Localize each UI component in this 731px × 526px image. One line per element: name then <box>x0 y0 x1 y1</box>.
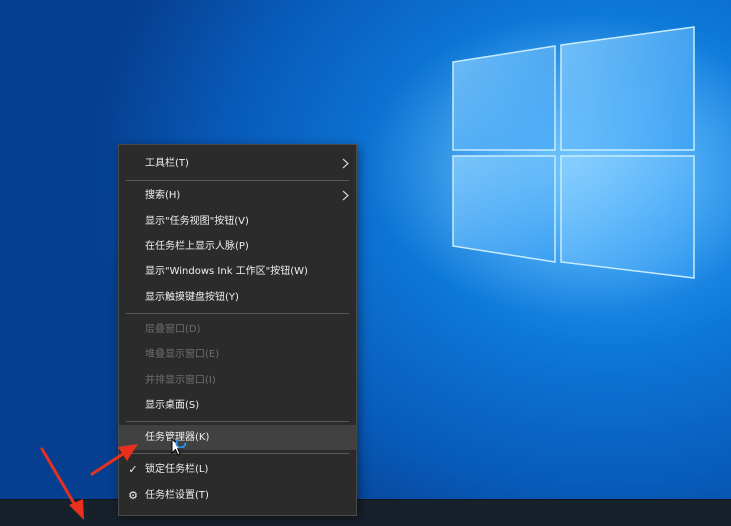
menu-item-cascade-windows: 层叠窗口(D) <box>119 317 356 342</box>
menu-item-label: 工具栏(T) <box>145 158 189 169</box>
menu-item-label: 任务栏设置(T) <box>145 490 209 501</box>
check-icon: ✓ <box>128 463 138 476</box>
menu-item-taskbar-settings[interactable]: ⚙ 任务栏设置(T) <box>119 483 356 508</box>
menu-item-show-task-view[interactable]: 显示"任务视图"按钮(V) <box>119 209 356 234</box>
menu-item-label: 显示桌面(S) <box>145 400 200 411</box>
desktop-background <box>0 0 731 525</box>
menu-item-side-by-side: 并排显示窗口(I) <box>119 368 356 393</box>
menu-item-label: 并排显示窗口(I) <box>145 375 216 386</box>
chevron-right-icon <box>342 158 349 169</box>
menu-item-toolbars[interactable]: 工具栏(T) <box>119 151 356 176</box>
menu-item-search[interactable]: 搜索(H) <box>119 183 356 208</box>
menu-item-label: 显示触摸键盘按钮(Y) <box>145 292 239 303</box>
menu-item-show-people[interactable]: 在任务栏上显示人脉(P) <box>119 234 356 259</box>
menu-item-label: 堆叠显示窗口(E) <box>145 349 220 360</box>
menu-item-show-desktop[interactable]: 显示桌面(S) <box>119 393 356 418</box>
menu-item-lock-taskbar[interactable]: ✓ 锁定任务栏(L) <box>119 457 356 482</box>
menu-separator <box>126 453 349 454</box>
menu-separator <box>126 180 349 181</box>
menu-item-label: 显示"Windows Ink 工作区"按钮(W) <box>145 266 308 277</box>
taskbar-context-menu: 工具栏(T) 搜索(H) 显示"任务视图"按钮(V) 在任务栏上显示人脉(P) … <box>118 144 357 516</box>
menu-separator <box>126 313 349 314</box>
menu-item-label: 显示"任务视图"按钮(V) <box>145 216 249 227</box>
menu-separator <box>126 421 349 422</box>
windows-logo <box>365 15 731 315</box>
menu-item-stack-windows: 堆叠显示窗口(E) <box>119 342 356 367</box>
mouse-cursor-icon <box>171 438 187 456</box>
gear-icon: ⚙ <box>128 489 138 502</box>
chevron-right-icon <box>342 190 349 201</box>
menu-item-show-touch-keyboard[interactable]: 显示触摸键盘按钮(Y) <box>119 285 356 310</box>
menu-item-show-ink-workspace[interactable]: 显示"Windows Ink 工作区"按钮(W) <box>119 259 356 284</box>
menu-item-label: 锁定任务栏(L) <box>145 464 209 475</box>
menu-item-label: 在任务栏上显示人脉(P) <box>145 241 249 252</box>
menu-item-label: 层叠窗口(D) <box>145 324 201 335</box>
menu-item-label: 搜索(H) <box>145 190 181 201</box>
taskbar[interactable] <box>0 499 731 526</box>
menu-item-task-manager[interactable]: 任务管理器(K) <box>119 425 356 450</box>
